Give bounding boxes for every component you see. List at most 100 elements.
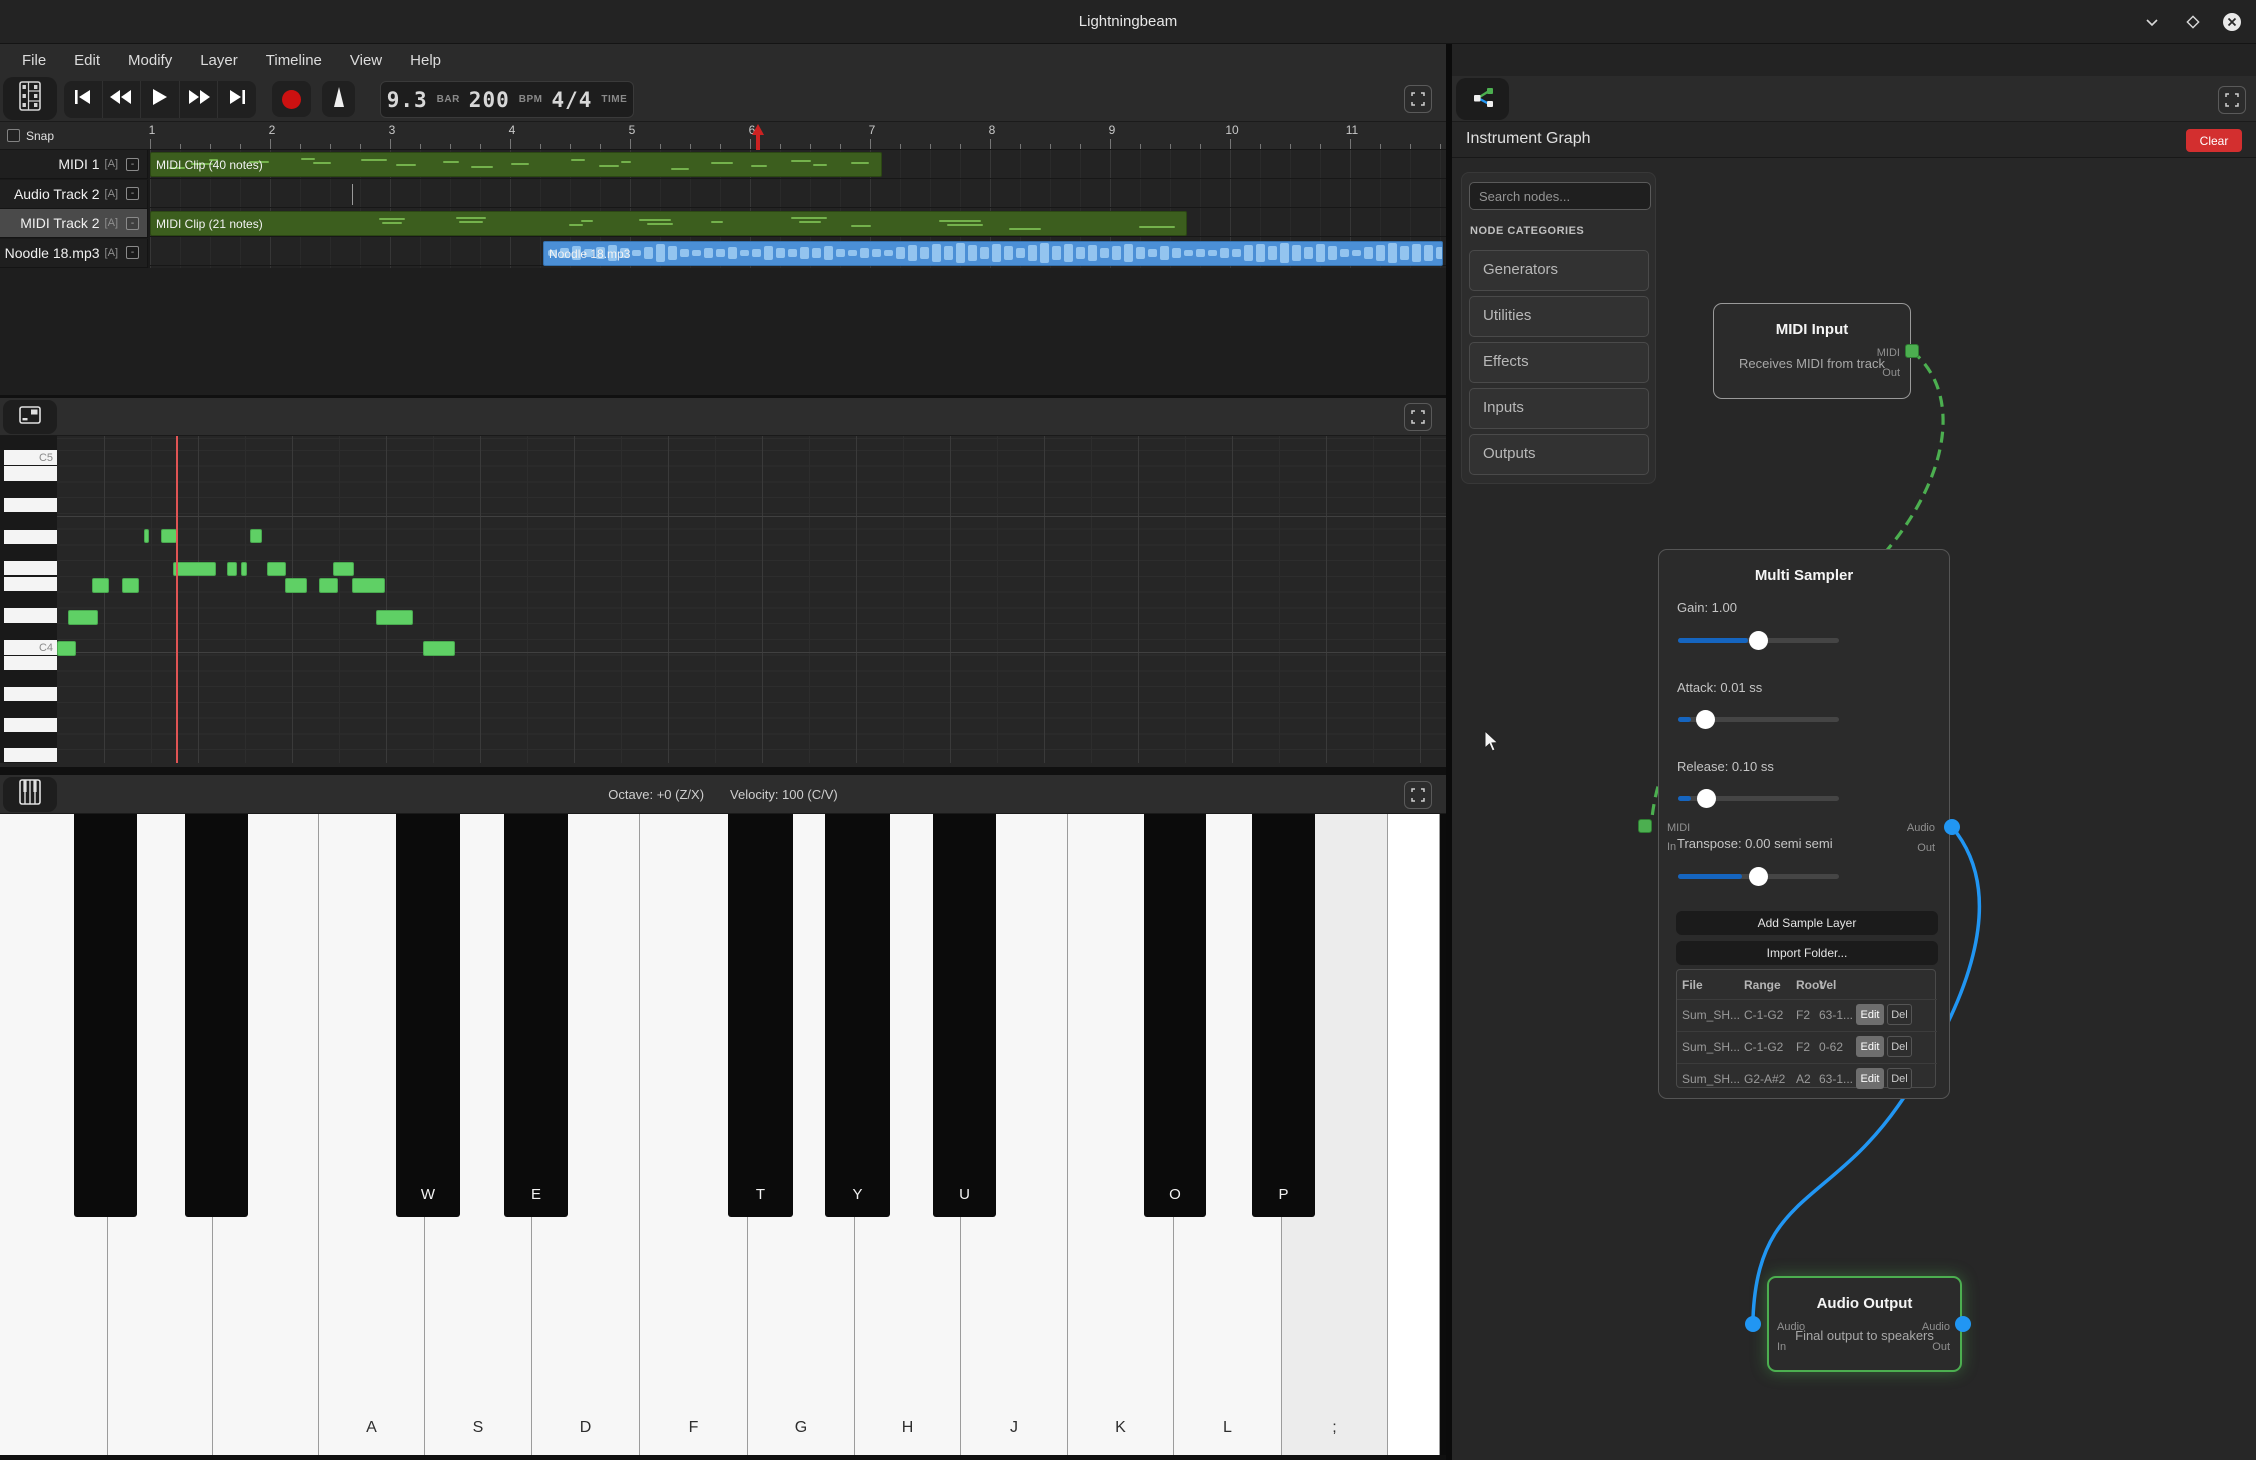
edit-layer-button[interactable]: Edit [1856, 1004, 1884, 1025]
audio-clip[interactable]: Noodle 18.mp3 [543, 241, 1443, 266]
sampler-audio-out-port[interactable] [1944, 819, 1960, 835]
menu-item-help[interactable]: Help [398, 48, 453, 73]
midi-input-node[interactable]: MIDI Input Receives MIDI from track MIDI… [1713, 303, 1911, 399]
param-slider[interactable] [1678, 638, 1839, 643]
slider-thumb[interactable] [1697, 789, 1716, 808]
panel-divider[interactable] [0, 767, 1446, 775]
track-header-4[interactable]: Noodle 18.mp3[A]- [0, 239, 148, 268]
delete-layer-button[interactable]: Del [1887, 1004, 1912, 1025]
midi-note[interactable] [68, 610, 98, 625]
maximize-icon[interactable] [2182, 11, 2204, 33]
midi-note[interactable] [173, 562, 216, 576]
slider-thumb[interactable] [1696, 710, 1715, 729]
edit-layer-button[interactable]: Edit [1856, 1068, 1884, 1089]
strip-white-key[interactable] [4, 498, 57, 512]
black-key-P[interactable]: P [1252, 814, 1315, 1217]
menu-item-file[interactable]: File [10, 48, 58, 73]
close-icon[interactable] [2221, 11, 2243, 33]
midi-note[interactable] [92, 578, 109, 593]
strip-white-key[interactable] [4, 561, 57, 575]
delete-layer-button[interactable]: Del [1887, 1036, 1912, 1057]
timeline-ruler[interactable]: Snap 1234567891011 [0, 122, 1446, 150]
param-slider[interactable] [1678, 796, 1839, 801]
delete-layer-button[interactable]: Del [1887, 1068, 1912, 1089]
import-folder-button[interactable]: Import Folder... [1676, 941, 1938, 965]
midi-note[interactable] [250, 529, 262, 543]
black-key-Y[interactable]: Y [825, 814, 890, 1217]
black-key[interactable] [185, 814, 248, 1217]
track-header-3[interactable]: MIDI Track 2[A]- [0, 209, 148, 238]
param-slider[interactable] [1678, 717, 1839, 722]
sampler-midi-in-port[interactable] [1638, 819, 1652, 833]
strip-white-key[interactable]: C5 [4, 450, 57, 465]
clear-graph-button[interactable]: Clear [2186, 129, 2242, 152]
midi-note[interactable] [285, 578, 307, 593]
black-key-O[interactable]: O [1144, 814, 1206, 1217]
transport-display[interactable]: 9.3 BAR 200 BPM 4/4 TIME [380, 81, 634, 118]
fast-forward-button[interactable] [180, 81, 219, 118]
midi-out-port[interactable] [1905, 344, 1919, 358]
track-toggle-button[interactable]: - [126, 217, 139, 230]
graph-canvas[interactable]: NODE CATEGORIES GeneratorsUtilitiesEffec… [1452, 158, 2256, 1460]
black-key[interactable] [74, 814, 137, 1217]
strip-white-key[interactable] [4, 608, 57, 623]
timeline-empty-area[interactable] [0, 268, 1446, 395]
timeline-fullscreen-button[interactable] [1404, 85, 1432, 113]
midi-note[interactable] [423, 641, 455, 656]
midi-note[interactable] [144, 529, 149, 543]
black-key-W[interactable]: W [396, 814, 460, 1217]
metronome-button[interactable] [322, 81, 355, 117]
category-utilities[interactable]: Utilities [1469, 296, 1649, 337]
midi-note[interactable] [57, 641, 76, 656]
category-inputs[interactable]: Inputs [1469, 388, 1649, 429]
midi-note[interactable] [122, 578, 139, 593]
midi-note[interactable] [267, 562, 286, 576]
midi-note[interactable] [319, 578, 338, 593]
piano-roll-grid[interactable] [57, 436, 1446, 763]
multi-sampler-node[interactable]: Multi Sampler Gain: 1.00Attack: 0.01 ssR… [1658, 549, 1950, 1099]
edit-layer-button[interactable]: Edit [1856, 1036, 1884, 1057]
midi-note[interactable] [376, 610, 413, 625]
timeline-grid[interactable]: MIDI Clip (40 notes) MIDI Clip (21 notes)… [150, 150, 1446, 268]
keyboard-fullscreen-button[interactable] [1404, 781, 1432, 809]
black-key-U[interactable]: U [933, 814, 996, 1217]
black-key-T[interactable]: T [728, 814, 793, 1217]
add-sample-layer-button[interactable]: Add Sample Layer [1676, 911, 1938, 935]
midi-note[interactable] [161, 529, 177, 543]
param-slider[interactable] [1678, 874, 1839, 879]
slider-thumb[interactable] [1749, 631, 1768, 650]
search-input[interactable] [1469, 182, 1651, 210]
skip-start-button[interactable] [64, 81, 103, 118]
category-outputs[interactable]: Outputs [1469, 434, 1649, 475]
strip-white-key[interactable] [4, 748, 57, 762]
strip-white-key[interactable] [4, 577, 57, 591]
node-graph-mode-button[interactable] [1456, 78, 1509, 120]
audio-out-port[interactable] [1955, 1316, 1971, 1332]
snap-checkbox[interactable] [7, 129, 20, 142]
menu-item-layer[interactable]: Layer [188, 48, 250, 73]
menu-item-edit[interactable]: Edit [62, 48, 112, 73]
play-button[interactable] [141, 81, 180, 118]
slider-thumb[interactable] [1749, 867, 1768, 886]
strip-white-key[interactable]: C4 [4, 640, 57, 655]
strip-white-key[interactable] [4, 466, 57, 481]
strip-white-key[interactable] [4, 530, 57, 544]
audio-in-port[interactable] [1745, 1316, 1761, 1332]
midi-clip[interactable]: MIDI Clip (40 notes) [150, 152, 882, 177]
midi-note[interactable] [241, 562, 247, 576]
category-effects[interactable]: Effects [1469, 342, 1649, 383]
strip-white-key[interactable] [4, 687, 57, 701]
midi-clip[interactable]: MIDI Clip (21 notes) [150, 211, 1187, 236]
piano-roll-playhead[interactable] [176, 436, 178, 763]
track-header-2[interactable]: Audio Track 2[A]- [0, 180, 148, 209]
track-toggle-button[interactable]: - [126, 246, 139, 259]
menu-item-view[interactable]: View [338, 48, 394, 73]
track-header-1[interactable]: MIDI 1[A]- [0, 150, 148, 179]
piano-roll-fullscreen-button[interactable] [1404, 403, 1432, 431]
midi-note[interactable] [352, 578, 385, 593]
keyboard-popout-button[interactable] [3, 777, 57, 812]
graph-fullscreen-button[interactable] [2218, 86, 2246, 114]
minimize-icon[interactable] [2141, 11, 2163, 33]
category-generators[interactable]: Generators [1469, 250, 1649, 291]
white-key[interactable] [1388, 814, 1440, 1455]
